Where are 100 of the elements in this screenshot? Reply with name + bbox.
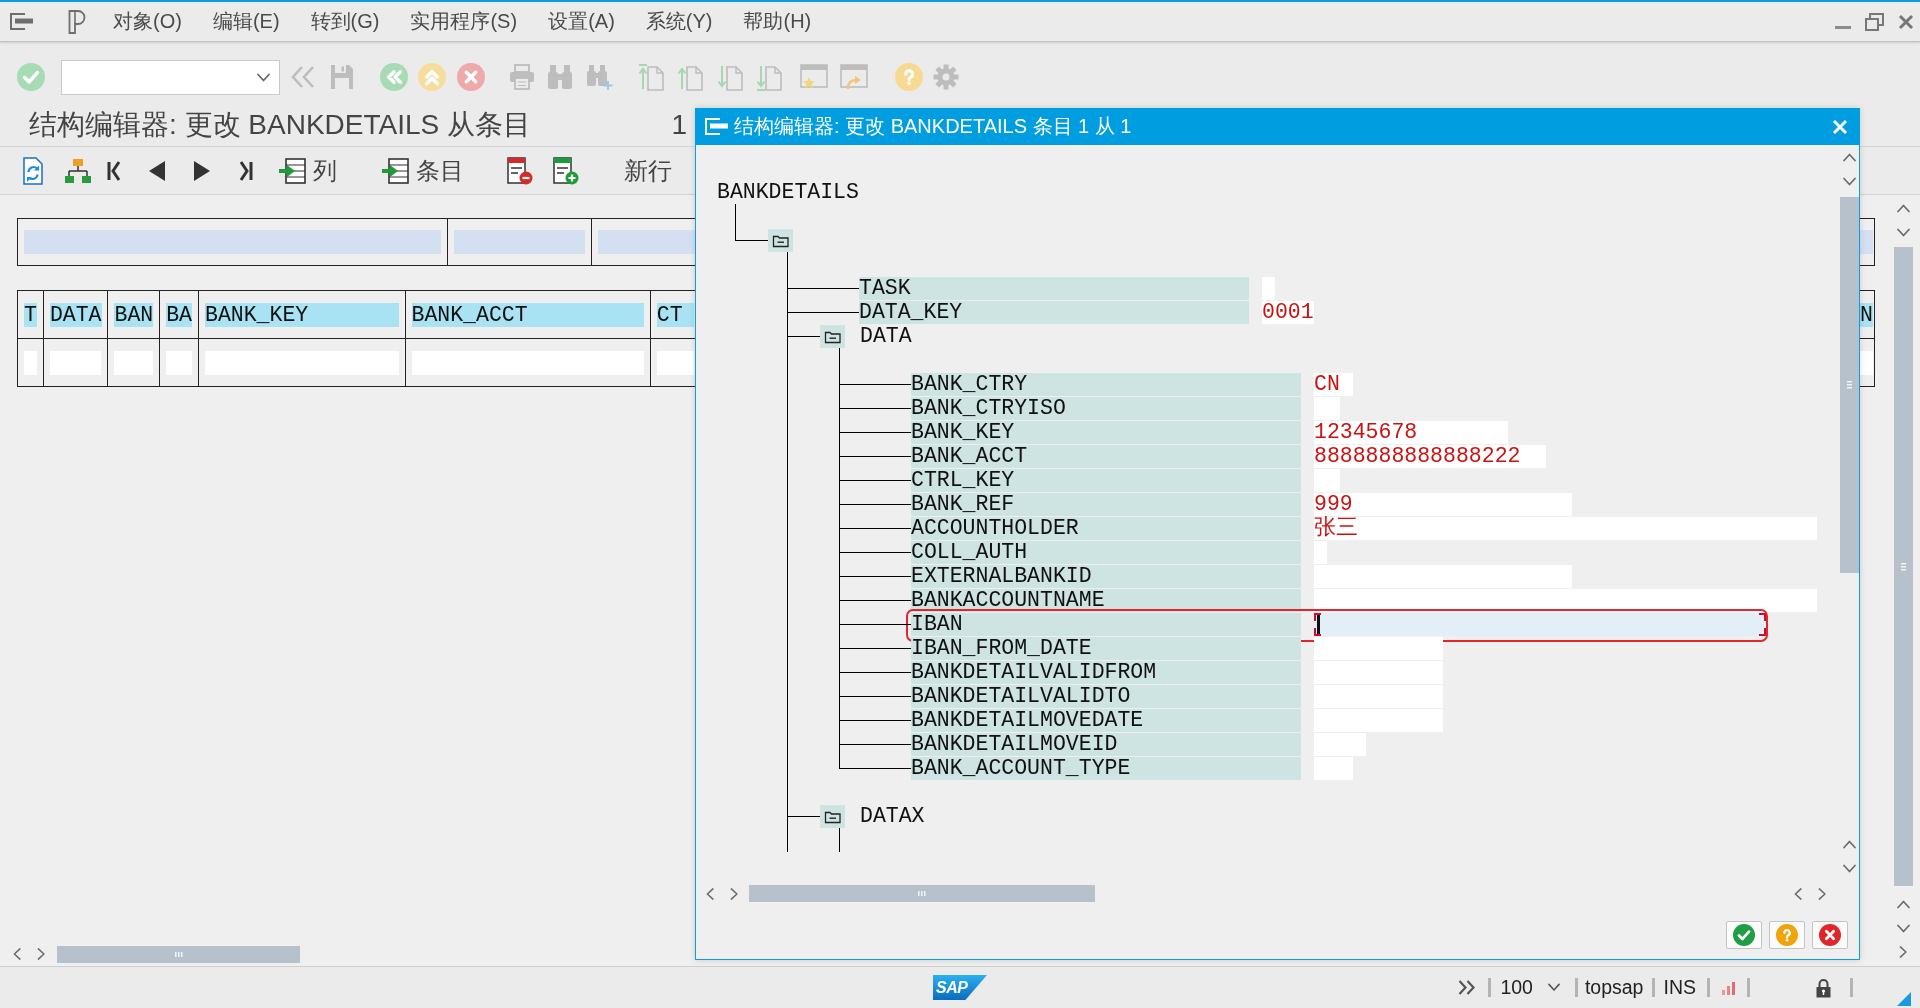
- refresh-icon[interactable]: [20, 156, 46, 185]
- chevron-down-icon[interactable]: [1897, 923, 1910, 933]
- input-field[interactable]: [1860, 230, 1873, 254]
- new-row-button[interactable]: 新行: [624, 154, 672, 187]
- page-up-bar-icon[interactable]: [638, 63, 664, 91]
- check-circle-icon[interactable]: [17, 63, 45, 91]
- save-icon[interactable]: [330, 64, 354, 90]
- menu-item[interactable]: 对象(O): [113, 8, 182, 35]
- input-field[interactable]: [24, 230, 441, 254]
- text-cursor-icon: [1317, 615, 1320, 634]
- hierarchy-icon[interactable]: [64, 157, 92, 184]
- input-field[interactable]: [1860, 350, 1873, 375]
- chevron-down-icon[interactable]: [257, 72, 270, 82]
- binoculars-plus-icon[interactable]: [586, 63, 614, 91]
- settings-icon[interactable]: [933, 64, 959, 90]
- input-field[interactable]: 12345678: [1314, 421, 1508, 444]
- chevron-down-icon[interactable]: [1842, 863, 1856, 873]
- last-page-icon[interactable]: [239, 159, 253, 182]
- input-field[interactable]: [1314, 589, 1818, 612]
- input-field[interactable]: 0001: [1262, 301, 1314, 324]
- close-icon[interactable]: [1898, 13, 1914, 30]
- chevron-up-icon[interactable]: [1897, 899, 1910, 909]
- column-header[interactable]: BA: [166, 302, 192, 327]
- chevron-right-icon[interactable]: [729, 887, 739, 900]
- first-page-icon[interactable]: [107, 159, 121, 182]
- scrollbar-thumb[interactable]: [1839, 197, 1859, 573]
- resize-corner-icon[interactable]: [1897, 992, 1911, 1006]
- double-chevron-left-icon[interactable]: [290, 65, 316, 89]
- page-down-icon[interactable]: [717, 63, 743, 91]
- column-header[interactable]: N: [1860, 302, 1873, 327]
- field-label: BANKDETAILMOVEDATE: [911, 709, 1301, 732]
- scrollbar-thumb[interactable]: [749, 885, 1095, 902]
- folder-minus-icon[interactable]: [768, 228, 793, 252]
- chevron-right-icon[interactable]: [1817, 887, 1827, 900]
- cancel-button[interactable]: [1812, 921, 1848, 949]
- p-shape-icon[interactable]: [68, 9, 88, 34]
- folder-label: DATA: [860, 324, 912, 348]
- column-header[interactable]: T: [24, 302, 37, 327]
- menu-item[interactable]: 转到(G): [310, 8, 380, 35]
- circle-chevrons-up-icon[interactable]: [418, 63, 446, 91]
- field-label: BANKDETAILVALIDTO: [911, 685, 1301, 708]
- command-field[interactable]: [61, 59, 280, 95]
- chevron-down-icon[interactable]: [1842, 176, 1856, 186]
- circle-chevrons-left-icon[interactable]: [380, 63, 408, 91]
- window-menu-icon[interactable]: [10, 13, 33, 30]
- help-icon: [1776, 924, 1798, 946]
- chevron-down-icon[interactable]: [1897, 227, 1910, 237]
- restore-icon[interactable]: [1865, 12, 1884, 31]
- input-field[interactable]: 999: [1314, 493, 1573, 516]
- folder-minus-icon[interactable]: [820, 804, 845, 828]
- column-header[interactable]: DATA: [49, 302, 102, 327]
- page-down-bar-icon[interactable]: [756, 63, 782, 91]
- input-field[interactable]: 张三: [1314, 517, 1818, 540]
- table-arrow-icon: [278, 157, 306, 184]
- chevron-left-icon[interactable]: [1793, 887, 1803, 900]
- help-button[interactable]: [1769, 921, 1805, 949]
- entries-button[interactable]: 条目: [381, 154, 464, 187]
- window-menu-icon[interactable]: [705, 118, 728, 135]
- triangle-right-icon[interactable]: [193, 159, 211, 182]
- scrollbar-thumb[interactable]: [1894, 247, 1913, 886]
- input-field[interactable]: [656, 350, 694, 375]
- field-label: ACCOUNTHOLDER: [911, 517, 1301, 540]
- columns-button[interactable]: 列: [278, 154, 337, 187]
- chevron-right-icon[interactable]: [1899, 946, 1908, 958]
- input-field[interactable]: 8888888888888222: [1314, 445, 1547, 468]
- chevron-up-icon[interactable]: [1842, 152, 1856, 162]
- chevron-right-icon[interactable]: [37, 948, 46, 960]
- column-header[interactable]: BAN: [114, 302, 154, 327]
- folder-minus-icon[interactable]: [820, 324, 845, 348]
- double-chevron-right-icon[interactable]: [1458, 980, 1477, 995]
- menu-item[interactable]: 系统(Y): [645, 8, 713, 35]
- menu-item[interactable]: 编辑(E): [212, 8, 280, 35]
- input-field[interactable]: [1314, 637, 1443, 660]
- lock-icon: [1816, 977, 1831, 998]
- column-header[interactable]: CT: [656, 302, 694, 327]
- chevron-left-icon[interactable]: [12, 948, 22, 960]
- input-field[interactable]: [1314, 613, 1766, 636]
- binoculars-icon[interactable]: [547, 64, 573, 90]
- row-plus-icon[interactable]: [553, 156, 579, 185]
- scrollbar-thumb[interactable]: [57, 945, 300, 963]
- confirm-button[interactable]: [1726, 921, 1762, 949]
- chevron-up-icon[interactable]: [1842, 839, 1856, 849]
- circle-x-icon: [1819, 924, 1841, 946]
- chevron-up-icon[interactable]: [1897, 203, 1910, 213]
- zoom-dropdown[interactable]: 100: [1500, 976, 1560, 999]
- input-field[interactable]: [454, 230, 585, 254]
- help-icon[interactable]: [895, 63, 923, 91]
- input-field[interactable]: CN: [1314, 373, 1353, 396]
- signal-bars-icon: [1722, 980, 1735, 995]
- triangle-left-icon[interactable]: [148, 159, 166, 182]
- row-minus-icon[interactable]: [507, 156, 533, 185]
- menu-item[interactable]: 帮助(H): [743, 8, 812, 35]
- circle-x-icon[interactable]: [457, 63, 485, 91]
- chevron-left-icon[interactable]: [705, 887, 715, 900]
- menu-item[interactable]: 设置(A): [548, 8, 615, 35]
- page-up-icon[interactable]: [677, 63, 703, 91]
- menu-item[interactable]: 实用程序(S): [410, 8, 518, 35]
- printer-icon[interactable]: [509, 64, 535, 90]
- column-header[interactable]: BANK_KEY: [205, 302, 399, 327]
- column-header[interactable]: BANK_ACCT: [411, 302, 644, 327]
